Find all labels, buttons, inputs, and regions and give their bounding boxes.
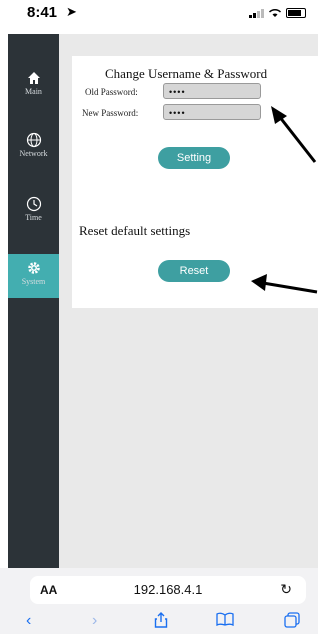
main-content: Change Username & Password Old Password:…	[59, 34, 318, 568]
back-icon[interactable]: ‹	[26, 612, 31, 630]
new-password-field[interactable]: ••••	[163, 104, 261, 120]
bookmarks-icon[interactable]	[216, 612, 234, 631]
gear-icon	[27, 262, 40, 274]
globe-icon	[26, 132, 41, 148]
browser-toolbar: ‹ ›	[0, 610, 318, 634]
status-icons	[249, 8, 306, 18]
card-title: Reset default settings	[79, 223, 191, 238]
sidebar-item-network[interactable]: Network	[8, 126, 59, 170]
share-icon[interactable]	[154, 612, 168, 633]
address-bar: AA 192.168.4.1 ↻	[0, 568, 318, 610]
status-time: 8:41	[27, 4, 58, 21]
old-password-field[interactable]: ••••	[163, 83, 261, 99]
battery-icon	[286, 8, 306, 18]
reset-button[interactable]: Reset	[158, 260, 230, 282]
new-password-label: New Password:	[82, 108, 139, 118]
pointer-arrow-icon	[251, 274, 318, 294]
tabs-icon[interactable]	[284, 612, 300, 633]
sidebar-item-label: Main	[25, 87, 42, 96]
url-text: 192.168.4.1	[133, 582, 203, 597]
sidebar: Main Network Time System	[8, 34, 59, 568]
sidebar-item-label: Network	[19, 149, 48, 158]
signal-icon	[249, 8, 264, 18]
sidebar-item-time[interactable]: Time	[8, 190, 59, 234]
card-title: Change Username & Password	[105, 66, 268, 81]
reload-icon[interactable]: ↻	[280, 581, 292, 598]
url-field[interactable]: AA 192.168.4.1 ↻	[30, 576, 306, 604]
sidebar-item-label: Time	[25, 213, 42, 222]
wifi-icon	[268, 8, 282, 18]
home-icon	[27, 72, 40, 84]
clock-icon	[26, 196, 41, 212]
sidebar-item-label: System	[21, 277, 46, 286]
setting-button[interactable]: Setting	[158, 147, 230, 169]
sidebar-item-main[interactable]: Main	[8, 64, 59, 108]
location-arrow-icon: ➤	[66, 4, 77, 19]
pointer-arrow-icon	[271, 106, 317, 163]
sidebar-item-system[interactable]: System	[8, 254, 59, 298]
status-bar: 8:41 ➤	[0, 0, 318, 34]
old-password-label: Old Password:	[85, 87, 138, 97]
forward-icon[interactable]: ›	[92, 612, 97, 630]
